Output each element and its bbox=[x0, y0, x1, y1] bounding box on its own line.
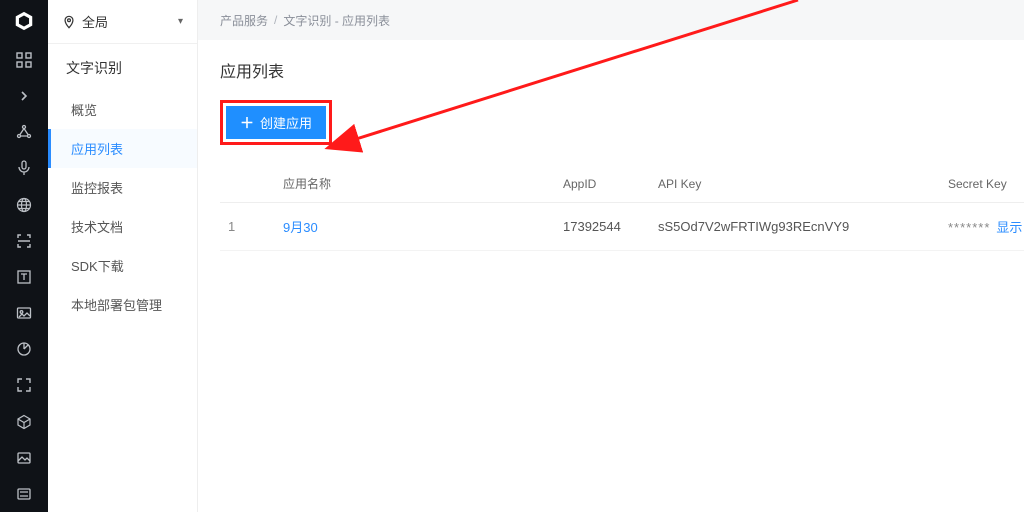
col-secret: Secret Key bbox=[940, 165, 1024, 203]
side-nav: 全局 ▾ 文字识别 概览 应用列表 监控报表 技术文档 SDK下载 本地部署包管… bbox=[48, 0, 198, 512]
secret-show-link[interactable]: 显示 bbox=[996, 220, 1022, 235]
app-name-link[interactable]: 9月30 bbox=[283, 220, 318, 235]
nav-item-label: 应用列表 bbox=[71, 142, 123, 157]
nav-sdk[interactable]: SDK下载 bbox=[48, 246, 197, 285]
create-app-button[interactable]: ＋ 创建应用 bbox=[226, 106, 326, 139]
main-area: 产品服务 / 文字识别 - 应用列表 应用列表 ＋ 创建应用 应用名称 bbox=[198, 0, 1024, 512]
icon-rail bbox=[0, 0, 48, 512]
nav-docs[interactable]: 技术文档 bbox=[48, 207, 197, 246]
globe-icon[interactable] bbox=[0, 187, 48, 223]
nav-item-label: 技术文档 bbox=[71, 220, 123, 235]
plus-icon: ＋ bbox=[240, 116, 254, 130]
expand-icon[interactable] bbox=[0, 367, 48, 403]
cell-secret: ******* 显示 bbox=[940, 203, 1024, 251]
secret-mask: ******* bbox=[948, 220, 990, 235]
nav-item-label: 概览 bbox=[71, 103, 97, 118]
cell-apikey: sS5Od7V2wFRTIWg93REcnVY9 bbox=[650, 203, 940, 251]
nav-app-list[interactable]: 应用列表 bbox=[48, 129, 197, 168]
table-row: 1 9月30 17392544 sS5Od7V2wFRTIWg93REcnVY9… bbox=[220, 203, 1024, 251]
nav-monitor[interactable]: 监控报表 bbox=[48, 168, 197, 207]
layers-icon[interactable] bbox=[0, 476, 48, 512]
nav-item-label: 本地部署包管理 bbox=[71, 298, 162, 313]
cell-index: 1 bbox=[220, 203, 275, 251]
nav-deploy[interactable]: 本地部署包管理 bbox=[48, 285, 197, 324]
nav-item-label: SDK下载 bbox=[71, 259, 124, 274]
crumb-current: 文字识别 - 应用列表 bbox=[283, 12, 390, 29]
chevron-right-icon[interactable] bbox=[0, 78, 48, 114]
create-app-label: 创建应用 bbox=[260, 113, 312, 132]
panel-title: 应用列表 bbox=[220, 58, 1002, 82]
scope-label: 全局 bbox=[82, 12, 108, 31]
breadcrumb: 产品服务 / 文字识别 - 应用列表 bbox=[198, 0, 1024, 40]
radar-icon[interactable] bbox=[0, 331, 48, 367]
content-panel: 应用列表 ＋ 创建应用 应用名称 AppID API Key bbox=[198, 40, 1024, 512]
picture-icon[interactable] bbox=[0, 440, 48, 476]
nav-item-label: 监控报表 bbox=[71, 181, 123, 196]
location-pin-icon bbox=[62, 15, 76, 29]
cube-icon[interactable] bbox=[0, 403, 48, 439]
product-logo[interactable] bbox=[0, 0, 48, 42]
nav-overview[interactable]: 概览 bbox=[48, 90, 197, 129]
cell-name: 9月30 bbox=[275, 203, 555, 251]
scope-selector[interactable]: 全局 ▾ bbox=[48, 0, 197, 44]
chevron-down-icon: ▾ bbox=[178, 16, 183, 27]
col-appid: AppID bbox=[555, 165, 650, 203]
scan-icon[interactable] bbox=[0, 223, 48, 259]
section-title: 文字识别 bbox=[48, 44, 197, 90]
col-apikey: API Key bbox=[650, 165, 940, 203]
col-name: 应用名称 bbox=[275, 165, 555, 203]
app-table: 应用名称 AppID API Key Secret Key 1 9月30 173… bbox=[220, 165, 1024, 251]
cell-appid: 17392544 bbox=[555, 203, 650, 251]
create-app-highlight: ＋ 创建应用 bbox=[220, 100, 332, 145]
microphone-icon[interactable] bbox=[0, 150, 48, 186]
text-icon[interactable] bbox=[0, 259, 48, 295]
col-index bbox=[220, 165, 275, 203]
image-search-icon[interactable] bbox=[0, 295, 48, 331]
crumb-root[interactable]: 产品服务 bbox=[220, 12, 268, 29]
crumb-separator: / bbox=[274, 13, 277, 27]
network-icon[interactable] bbox=[0, 114, 48, 150]
apps-icon[interactable] bbox=[0, 42, 48, 78]
